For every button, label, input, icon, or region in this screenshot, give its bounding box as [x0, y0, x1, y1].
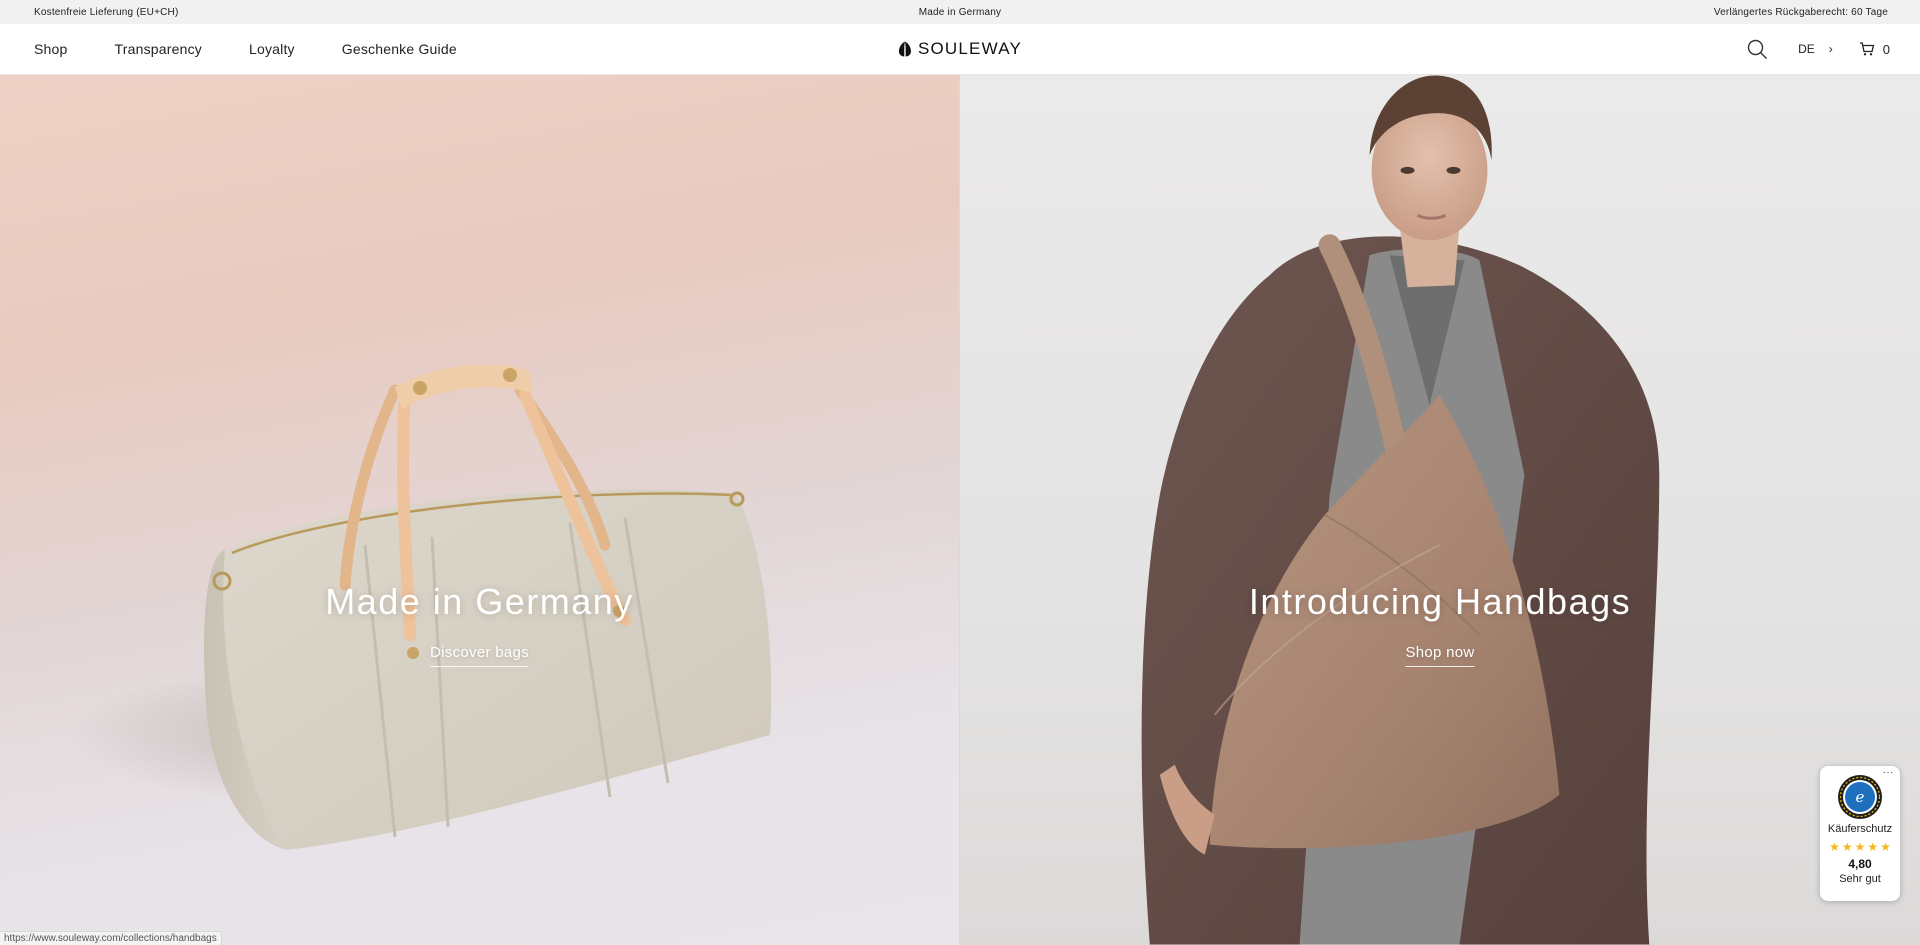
star-icon: ★ [1854, 840, 1866, 854]
search-icon[interactable] [1746, 38, 1768, 60]
cart-icon [1859, 42, 1875, 56]
star-icon: ★ [1880, 840, 1891, 854]
site-logo[interactable]: SOULEWAY [898, 39, 1022, 59]
nav-gift-guide[interactable]: Geschenke Guide [342, 41, 457, 57]
language-selector[interactable]: DE [1798, 42, 1815, 56]
rating-value: 4,80 [1848, 857, 1872, 871]
cart-button[interactable]: 0 [1859, 41, 1890, 57]
status-bar-url: https://www.souleway.com/collections/han… [0, 931, 222, 945]
announcement-made-in-germany: Made in Germany [918, 6, 1002, 18]
star-icon: ★ [1841, 840, 1853, 854]
cart-count: 0 [1882, 41, 1890, 57]
discover-bags-link[interactable]: Discover bags [430, 644, 529, 667]
rating-verdict: Sehr gut [1839, 873, 1881, 885]
nav-loyalty[interactable]: Loyalty [249, 41, 295, 57]
trusted-shops-seal-icon: e [1838, 775, 1882, 819]
duffel-bag-image [70, 364, 772, 850]
site-header: Shop Transparency Loyalty Geschenke Guid… [0, 24, 1920, 75]
hero-panel-handbags[interactable]: Introducing Handbags Shop now [959, 75, 1920, 945]
svg-text:e: e [1856, 788, 1865, 806]
star-icon: ★ [1867, 840, 1879, 854]
main-nav: Shop Transparency Loyalty Geschenke Guid… [0, 24, 504, 74]
chevron-right-icon[interactable]: › [1829, 42, 1833, 56]
rating-stars: ★ ★ ★ ★ ★ [1829, 841, 1891, 853]
trusted-shops-badge[interactable]: ··· e Käuferschutz ★ ★ ★ ★ ★ 4,80 Sehr g… [1820, 766, 1900, 901]
nav-transparency[interactable]: Transparency [115, 41, 202, 57]
announcement-returns: Verlängertes Rückgaberecht: 60 Tage [1713, 6, 1888, 18]
star-icon: ★ [1829, 840, 1840, 854]
shop-now-link[interactable]: Shop now [1405, 644, 1475, 667]
announcement-shipping: Kostenfreie Lieferung (EU+CH) [34, 6, 179, 18]
more-options-icon[interactable]: ··· [1883, 767, 1895, 778]
announcement-bar: Kostenfreie Lieferung (EU+CH) Made in Ge… [0, 0, 1920, 24]
souleway-logo-icon [898, 41, 911, 57]
buyer-protection-label: Käuferschutz [1827, 823, 1893, 835]
nav-shop[interactable]: Shop [34, 41, 68, 57]
logo-wordmark: SOULEWAY [917, 39, 1023, 58]
handbag-model-image [1141, 75, 1660, 945]
hero-section: Made in Germany Discover bags Introducin… [0, 75, 1920, 945]
header-utilities: DE › 0 [1746, 24, 1890, 74]
hero-panel-bags[interactable]: Made in Germany Discover bags [0, 75, 959, 945]
